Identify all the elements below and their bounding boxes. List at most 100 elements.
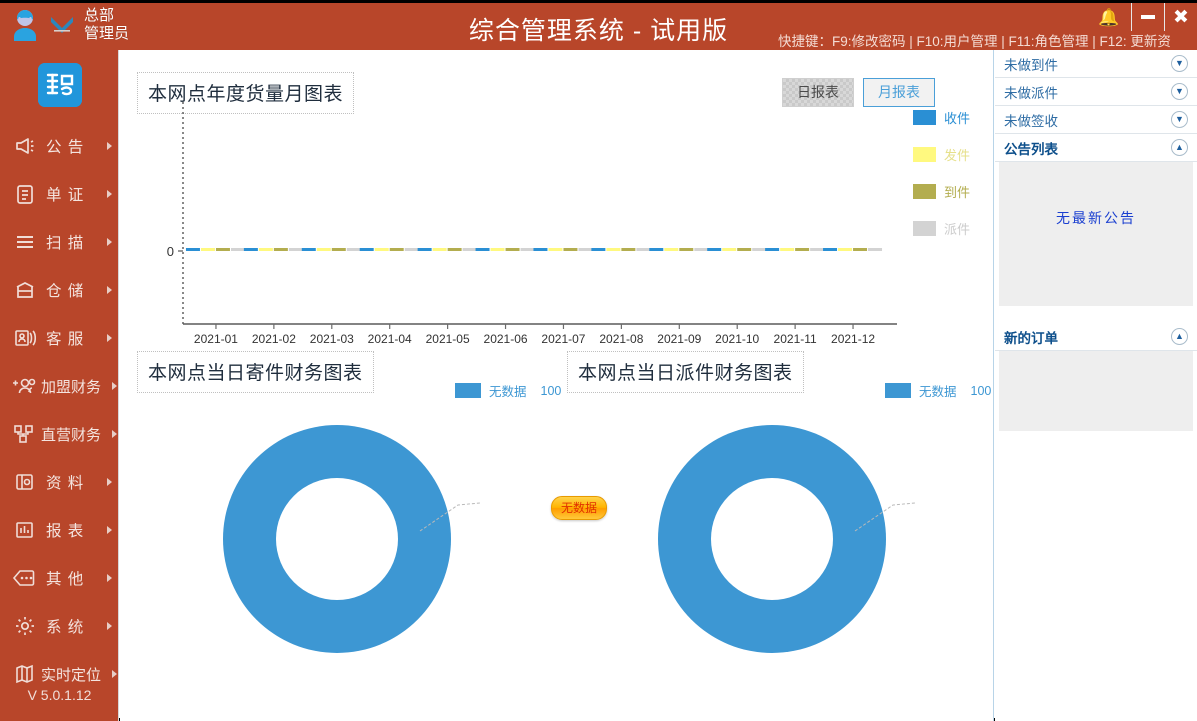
rp-section-label: 公告列表 bbox=[1004, 141, 1058, 157]
legend-item[interactable]: 发件 bbox=[913, 145, 985, 164]
legend-swatch bbox=[913, 221, 936, 236]
chevron-down-icon[interactable]: ▼ bbox=[1171, 83, 1188, 100]
legend-swatch bbox=[913, 110, 936, 125]
sidebar-item-jiameng-caiwu[interactable]: 加盟财务 bbox=[0, 362, 119, 410]
add-user-icon bbox=[12, 374, 38, 398]
svg-text:0: 0 bbox=[167, 244, 174, 259]
svg-text:2021-03: 2021-03 bbox=[310, 332, 354, 346]
sidebar-item-label: 加盟财务 bbox=[41, 378, 102, 396]
donut-hole bbox=[276, 478, 398, 600]
sidebar-item-label: 仓 储 bbox=[46, 283, 85, 300]
rp-section-label: 未做派件 bbox=[1004, 85, 1058, 101]
close-icon: ✖ bbox=[1173, 5, 1189, 28]
rp-section-2[interactable]: 未做签收 ▼ bbox=[995, 106, 1197, 134]
brand-logo-icon bbox=[38, 63, 82, 107]
close-button[interactable]: ✖ bbox=[1164, 3, 1197, 31]
sidebar-item-kefu[interactable]: 客 服 bbox=[0, 314, 119, 362]
archive-icon bbox=[12, 470, 38, 494]
chevron-right-icon bbox=[107, 574, 112, 582]
announcement-empty-text: 无最新公告 bbox=[1056, 210, 1136, 226]
sidebar-item-gonggao[interactable]: 公 告 bbox=[0, 122, 119, 170]
send-finance-donut-chart[interactable]: 无数据 bbox=[223, 425, 608, 653]
sidebar-item-label: 直营财务 bbox=[41, 426, 102, 444]
rp-section-4[interactable]: 新的订单 ▲ bbox=[995, 323, 1197, 351]
chevron-right-icon bbox=[107, 334, 112, 342]
notifications-button[interactable]: 🔔 bbox=[1087, 3, 1131, 31]
rp-section-label: 未做到件 bbox=[1004, 57, 1058, 73]
sidebar-item-qita[interactable]: 其 他 bbox=[0, 554, 119, 602]
sidebar-item-label: 其 他 bbox=[46, 571, 85, 588]
window-controls: 🔔 ✖ bbox=[1087, 3, 1197, 31]
new-order-list-body bbox=[999, 351, 1193, 431]
rp-section-label: 未做签收 bbox=[1004, 113, 1058, 129]
chevron-up-icon[interactable]: ▲ bbox=[1171, 328, 1188, 345]
donut1-leader-line bbox=[419, 502, 481, 532]
warehouse-icon bbox=[12, 278, 38, 302]
main-content: 本网点年度货量月图表 日报表 月报表 0 2021-01 2021-02 2021-0… bbox=[120, 50, 994, 721]
chevron-right-icon bbox=[107, 142, 112, 150]
chevron-right-icon bbox=[107, 286, 112, 294]
shortcut-hints: 快捷键：F9:修改密码 | F10:用户管理 | F11:角色管理 | F12:… bbox=[778, 34, 1171, 49]
announcement-list-body: 无最新公告 bbox=[999, 162, 1193, 306]
barchart-icon bbox=[12, 518, 38, 542]
more-icon bbox=[12, 566, 38, 590]
user-chevron-down-icon[interactable] bbox=[48, 13, 76, 38]
svg-text:2021-07: 2021-07 bbox=[541, 332, 585, 346]
deliver-finance-donut-chart[interactable]: 无数据 bbox=[658, 425, 916, 653]
donut2-title: 本网点当日派件财务图表 bbox=[567, 351, 804, 393]
right-panel: 未做到件 ▼ 未做派件 ▼ 未做签收 ▼ 公告列表 ▲ 无最新公告新的订单 ▲ bbox=[995, 50, 1197, 721]
sidebar-item-cangchu[interactable]: 仓 储 bbox=[0, 266, 119, 314]
legend-label: 无数据 bbox=[489, 385, 527, 399]
chevron-down-icon[interactable]: ▼ bbox=[1171, 111, 1188, 128]
bell-icon: 🔔 bbox=[1098, 7, 1120, 27]
map-icon bbox=[12, 662, 38, 686]
chevron-right-icon bbox=[112, 382, 117, 390]
svg-text:2021-05: 2021-05 bbox=[426, 332, 470, 346]
clipboard-icon bbox=[12, 182, 38, 206]
sidebar-item-label: 报 表 bbox=[46, 523, 85, 540]
legend-label: 无数据 bbox=[919, 385, 957, 399]
rp-section-1[interactable]: 未做派件 ▼ bbox=[995, 78, 1197, 106]
minimize-button[interactable] bbox=[1131, 3, 1164, 31]
sidebar-item-label: 客 服 bbox=[46, 331, 85, 348]
svg-text:2021-10: 2021-10 bbox=[715, 332, 759, 346]
sidebar-item-saomiao[interactable]: 扫 描 bbox=[0, 218, 119, 266]
svg-text:2021-01: 2021-01 bbox=[194, 332, 238, 346]
sidebar-item-label: 资 料 bbox=[46, 475, 85, 492]
sidebar-item-xitong[interactable]: 系 统 bbox=[0, 602, 119, 650]
svg-text:2021-06: 2021-06 bbox=[484, 332, 528, 346]
sidebar-item-baobiao[interactable]: 报 表 bbox=[0, 506, 119, 554]
legend-swatch bbox=[885, 383, 911, 398]
chevron-down-icon[interactable]: ▼ bbox=[1171, 55, 1188, 72]
donut-hole bbox=[711, 478, 833, 600]
legend-item[interactable]: 到件 bbox=[913, 182, 985, 201]
chevron-up-icon[interactable]: ▲ bbox=[1171, 139, 1188, 156]
legend-swatch bbox=[913, 147, 936, 162]
rp-section-0[interactable]: 未做到件 ▼ bbox=[995, 50, 1197, 78]
legend-value: 100 bbox=[540, 383, 562, 398]
svg-text:2021-04: 2021-04 bbox=[368, 332, 412, 346]
donut-ring bbox=[658, 425, 886, 653]
sidebar: 公 告 单 证 扫 描 仓 储 客 服 加盟财务 直营财务 资 料 报 表 其 … bbox=[0, 50, 119, 721]
avatar bbox=[8, 7, 42, 43]
sidebar-item-ziliao[interactable]: 资 料 bbox=[0, 458, 119, 506]
legend-label: 到件 bbox=[944, 185, 971, 200]
chevron-right-icon bbox=[107, 526, 112, 534]
sidebar-item-label: 扫 描 bbox=[46, 235, 85, 252]
annual-volume-bar-chart[interactable]: 0 2021-01 2021-02 2021-03 2021-04 2021-05 2021… bbox=[137, 90, 983, 360]
user-name-label: 总部 管理员 bbox=[84, 7, 130, 42]
legend-item[interactable]: 派件 bbox=[913, 219, 985, 238]
sidebar-item-zhiying-caiwu[interactable]: 直营财务 bbox=[0, 410, 119, 458]
application-window: 总部 管理员 综合管理系统 - 试用版 快捷键：F9:修改密码 | F10:用户… bbox=[0, 0, 1197, 721]
bar-chart-legend: 收件发件到件派件 bbox=[913, 108, 985, 256]
sidebar-item-danzheng[interactable]: 单 证 bbox=[0, 170, 119, 218]
svg-text:2021-12: 2021-12 bbox=[831, 332, 875, 346]
sidebar-menu: 公 告 单 证 扫 描 仓 储 客 服 加盟财务 直营财务 资 料 报 表 其 … bbox=[0, 122, 119, 698]
rp-section-3[interactable]: 公告列表 ▲ bbox=[995, 134, 1197, 162]
version-label: V 5.0.1.12 bbox=[27, 687, 92, 703]
user-menu[interactable]: 总部 管理员 bbox=[8, 7, 129, 43]
sidebar-item-label: 系 统 bbox=[46, 619, 85, 636]
legend-item[interactable]: 收件 bbox=[913, 108, 985, 127]
minimize-icon bbox=[1141, 15, 1155, 19]
panel-spacer bbox=[995, 306, 1197, 323]
